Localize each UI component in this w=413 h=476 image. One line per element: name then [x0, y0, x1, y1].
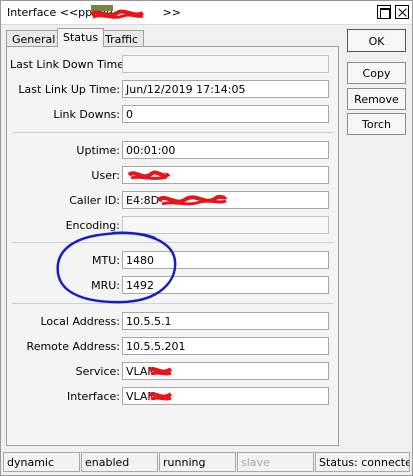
mtu-field: 1480 — [122, 251, 329, 269]
last-link-up-time-label: Last Link Up Time: — [18, 83, 120, 96]
local-address-label: Local Address: — [40, 315, 120, 328]
uptime-field: 00:01:00 — [122, 141, 329, 159]
mru-field: 1492 — [122, 276, 329, 294]
user-label: User: — [91, 169, 120, 182]
caller-id-field: E4:8D- — [122, 191, 329, 209]
close-icon[interactable] — [395, 5, 409, 19]
encoding-field — [122, 216, 329, 234]
service-label: Service: — [75, 365, 120, 378]
interface-label: Interface: — [67, 390, 120, 403]
status-running: running — [159, 452, 236, 472]
separator — [12, 303, 334, 304]
local-address-field: 10.5.5.1 — [122, 312, 329, 330]
service-field: VLAN — [122, 362, 329, 380]
mru-label: MRU: — [91, 279, 120, 292]
separator — [12, 242, 334, 243]
status-connected: Status: connected — [315, 452, 410, 472]
link-downs-field: 0 — [122, 105, 329, 123]
status-slave: slave — [237, 452, 314, 472]
last-link-down-time-label: Last Link Down Time: — [10, 58, 128, 71]
user-field — [122, 166, 329, 184]
separator — [12, 132, 334, 133]
last-link-up-time-field: Jun/12/2019 17:14:05 — [122, 80, 329, 98]
status-enabled: enabled — [81, 452, 158, 472]
copy-button[interactable]: Copy — [347, 62, 406, 84]
status-bar: dynamic enabled running slave Status: co… — [3, 452, 412, 472]
restore-icon[interactable] — [377, 5, 391, 19]
interface-window: Interface <<pppoe- >> General Status Traf… — [0, 0, 413, 476]
uptime-label: Uptime: — [76, 144, 120, 157]
remove-button[interactable]: Remove — [347, 88, 406, 110]
status-panel: Last Link Down Time: Last Link Up Time: … — [6, 46, 339, 446]
tab-general[interactable]: General — [6, 30, 62, 47]
ok-button[interactable]: OK — [347, 29, 406, 52]
last-link-down-time-field — [122, 55, 329, 73]
title-bar[interactable]: Interface <<pppoe- >> — [1, 1, 412, 25]
status-dynamic: dynamic — [3, 452, 80, 472]
encoding-label: Encoding: — [65, 219, 120, 232]
interface-field: VLAN — [122, 387, 329, 405]
tab-status[interactable]: Status — [57, 28, 105, 47]
remote-address-field: 10.5.5.201 — [122, 337, 329, 355]
caller-id-label: Caller ID: — [69, 194, 120, 207]
mtu-label: MTU: — [92, 254, 120, 267]
remote-address-label: Remote Address: — [26, 340, 120, 353]
window-title: Interface <<pppoe- >> — [7, 6, 182, 19]
tab-traffic[interactable]: Traffic — [99, 30, 145, 47]
link-downs-label: Link Downs: — [53, 108, 120, 121]
torch-button[interactable]: Torch — [347, 113, 406, 135]
